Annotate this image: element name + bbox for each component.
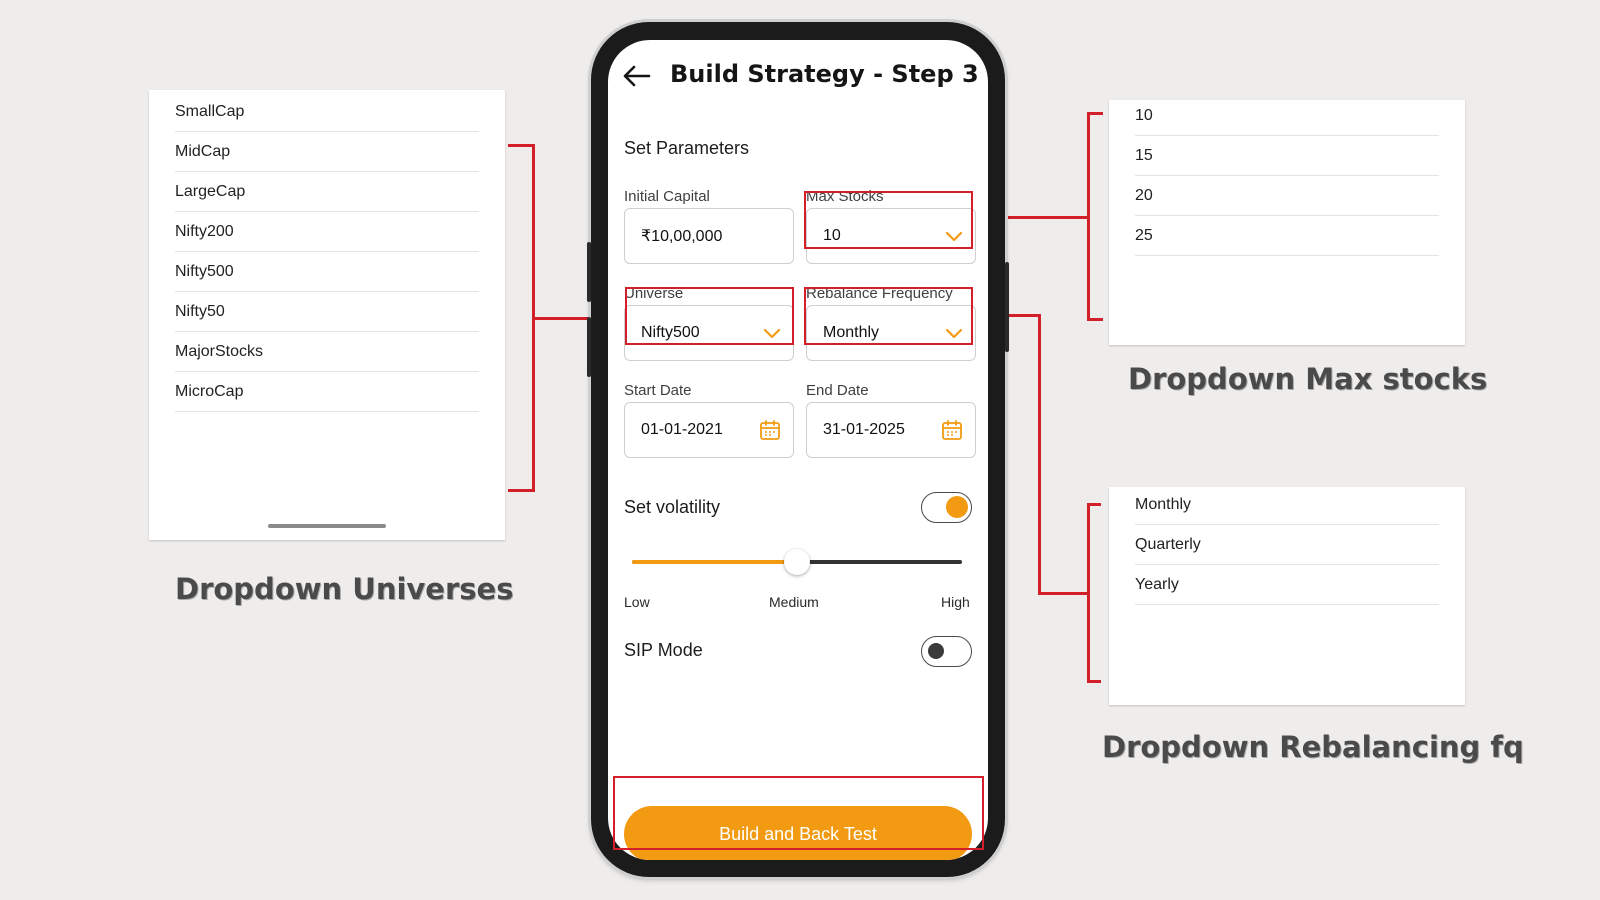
calendar-icon[interactable] (941, 419, 963, 441)
volatility-slider[interactable] (632, 549, 962, 575)
highlight-cta (613, 776, 984, 850)
max-stocks-option[interactable]: 15 (1135, 136, 1439, 176)
rebalance-option[interactable]: Quarterly (1135, 525, 1439, 565)
max-stocks-dropdown-caption: Dropdown Max stocks (1128, 362, 1488, 396)
rebalance-option[interactable]: Yearly (1135, 565, 1439, 605)
sip-mode-toggle[interactable] (921, 636, 972, 667)
toggle-knob (946, 496, 968, 518)
universe-option[interactable]: SmallCap (175, 92, 479, 132)
max-stocks-dropdown-panel: 10 15 20 25 (1109, 100, 1465, 345)
max-stocks-option[interactable]: 20 (1135, 176, 1439, 216)
phone-side-button (587, 317, 591, 377)
universe-option[interactable]: MicroCap (175, 372, 479, 412)
end-date-label: End Date (806, 382, 869, 399)
slider-thumb[interactable] (784, 549, 810, 575)
phone-screen: Build Strategy - Step 3 Set Parameters I… (608, 40, 988, 860)
phone-side-button (1005, 262, 1009, 352)
end-date-value: 31-01-2025 (823, 421, 905, 438)
toggle-knob (928, 643, 944, 659)
arrow-left-icon[interactable] (622, 64, 652, 88)
universe-dropdown-panel: SmallCap MidCap LargeCap Nifty200 Nifty5… (149, 90, 505, 540)
highlight-rebalance (804, 287, 973, 345)
section-heading: Set Parameters (624, 138, 750, 158)
page-title: Build Strategy - Step 3 (670, 60, 979, 88)
calendar-icon[interactable] (759, 419, 781, 441)
initial-capital-input[interactable]: ₹10,00,000 (624, 208, 794, 264)
slider-low-label: Low (624, 594, 650, 610)
start-date-label: Start Date (624, 382, 692, 399)
universe-option[interactable]: MajorStocks (175, 332, 479, 372)
connector-line (508, 489, 534, 492)
start-date-input[interactable]: 01-01-2021 (624, 402, 794, 458)
phone-frame: Build Strategy - Step 3 Set Parameters I… (587, 22, 1009, 877)
start-date-value: 01-01-2021 (641, 421, 723, 438)
slider-medium-label: Medium (769, 594, 819, 610)
initial-capital-label: Initial Capital (624, 188, 710, 205)
connector-line (1038, 314, 1041, 595)
volatility-label: Set volatility (624, 497, 721, 517)
highlight-universe (625, 287, 794, 345)
volatility-toggle[interactable] (921, 492, 972, 523)
max-stocks-option[interactable]: 25 (1135, 216, 1439, 256)
slider-fill (632, 560, 797, 564)
universe-option[interactable]: LargeCap (175, 172, 479, 212)
phone-side-button (587, 242, 591, 302)
universe-option[interactable]: Nifty200 (175, 212, 479, 252)
highlight-max-stocks (804, 191, 973, 249)
rebalance-dropdown-caption: Dropdown Rebalancing fq (1102, 730, 1524, 764)
connector-line (1040, 592, 1089, 595)
sip-mode-label: SIP Mode (624, 640, 703, 660)
max-stocks-option[interactable]: 10 (1135, 96, 1439, 136)
universe-dropdown-caption: Dropdown Universes (175, 572, 514, 606)
initial-capital-value: ₹10,00,000 (641, 228, 723, 245)
rebalance-option[interactable]: Monthly (1135, 485, 1439, 525)
rebalance-dropdown-panel: Monthly Quarterly Yearly (1109, 487, 1465, 705)
end-date-input[interactable]: 31-01-2025 (806, 402, 976, 458)
universe-option[interactable]: Nifty50 (175, 292, 479, 332)
universe-option[interactable]: Nifty500 (175, 252, 479, 292)
connector-line (508, 144, 534, 147)
sheet-handle[interactable] (268, 524, 386, 528)
universe-option[interactable]: MidCap (175, 132, 479, 172)
slider-high-label: High (941, 594, 970, 610)
